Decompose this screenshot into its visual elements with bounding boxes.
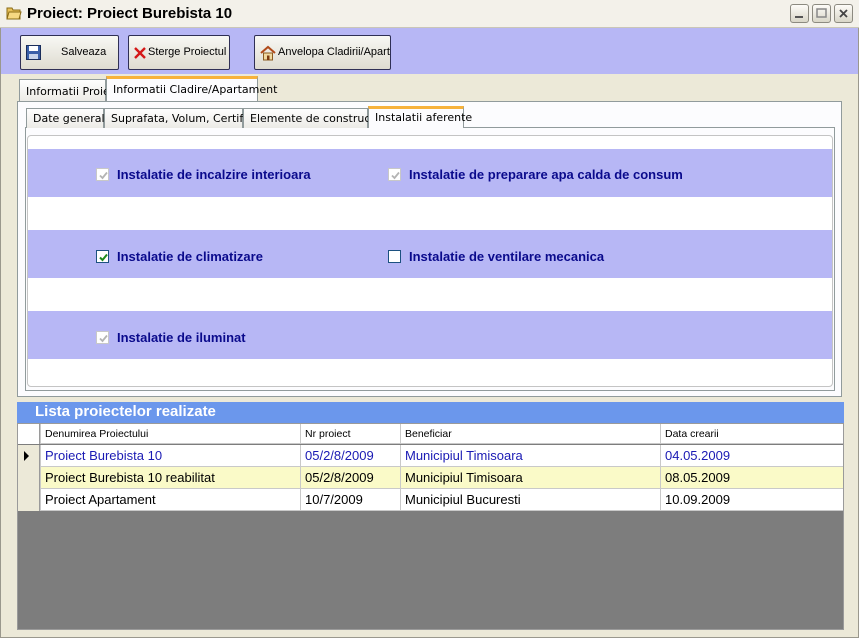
checkbox-box xyxy=(388,250,401,263)
check-icon xyxy=(99,334,108,343)
maximize-button[interactable] xyxy=(812,4,831,23)
cell-name[interactable]: Proiect Burebista 10 reabilitat xyxy=(40,467,300,489)
row-header[interactable] xyxy=(18,489,40,511)
grid-header-row: Denumirea Proiectului Nr proiect Benefic… xyxy=(18,424,843,444)
check-icon xyxy=(99,171,108,180)
cell-beneficiary[interactable]: Municipiul Timisoara xyxy=(400,445,660,467)
tab-surface-volume[interactable]: Suprafata, Volum, Certificat xyxy=(104,108,263,128)
title-bar: Proiect: Proiect Burebista 10 xyxy=(0,0,859,28)
checkbox-label: Instalatie de iluminat xyxy=(117,330,246,345)
project-list-title: Lista proiectelor realizate xyxy=(35,403,216,420)
cell-name[interactable]: Proiect Apartament xyxy=(40,489,300,511)
folder-open-icon xyxy=(6,7,22,20)
checkbox-box xyxy=(388,168,401,181)
table-row[interactable]: Proiect Burebista 10 reabilitat 05/2/8/2… xyxy=(18,467,843,489)
column-header-name[interactable]: Denumirea Proiectului xyxy=(40,424,300,444)
row-header[interactable] xyxy=(18,445,40,467)
window-title: Proiect: Proiect Burebista 10 xyxy=(27,5,233,22)
cell-nr[interactable]: 05/2/8/2009 xyxy=(300,445,400,467)
row-header[interactable] xyxy=(18,467,40,489)
table-row[interactable]: Proiect Burebista 10 05/2/8/2009 Municip… xyxy=(18,445,843,467)
cell-beneficiary[interactable]: Municipiul Timisoara xyxy=(400,467,660,489)
cell-beneficiary[interactable]: Municipiul Bucuresti xyxy=(400,489,660,511)
building-envelope-button-label: Anvelopa Cladirii/Apart xyxy=(278,46,390,58)
project-list-header: Lista proiectelor realizate xyxy=(17,402,844,423)
checkbox-label: Instalatie de incalzire interioara xyxy=(117,167,311,182)
column-header-beneficiary[interactable]: Beneficiar xyxy=(400,424,660,444)
checkbox-label: Instalatie de ventilare mecanica xyxy=(409,249,605,264)
cell-nr[interactable]: 10/7/2009 xyxy=(300,489,400,511)
column-header-date[interactable]: Data crearii xyxy=(660,424,843,444)
tab-label: Informatii Cladire/Apartament xyxy=(113,83,278,96)
toolbar: Salveaza Sterge Proiectul Anvelopa Cladi… xyxy=(1,28,858,74)
save-button[interactable]: Salveaza xyxy=(20,35,119,70)
check-icon xyxy=(99,253,108,262)
maximize-icon xyxy=(816,8,827,18)
building-envelope-button[interactable]: Anvelopa Cladirii/Apart xyxy=(254,35,391,70)
grid-corner xyxy=(18,424,40,444)
tab-label: Date generale xyxy=(33,112,112,125)
tab-label: Elemente de constructie xyxy=(250,112,385,125)
save-button-label: Salveaza xyxy=(61,46,107,58)
cell-name[interactable]: Proiect Burebista 10 xyxy=(40,445,300,467)
delete-project-button[interactable]: Sterge Proiectul xyxy=(128,35,230,70)
minimize-icon xyxy=(795,16,803,18)
cell-nr[interactable]: 05/2/8/2009 xyxy=(300,467,400,489)
tab-label: Suprafata, Volum, Certificat xyxy=(111,112,264,125)
tab-building-info[interactable]: Informatii Cladire/Apartament xyxy=(106,76,277,101)
minimize-button[interactable] xyxy=(790,4,809,23)
delete-project-button-label: Sterge Proiectul xyxy=(148,46,227,58)
tab-general-data[interactable]: Date generale xyxy=(26,108,111,128)
checkbox-box xyxy=(96,168,109,181)
floppy-disk-icon xyxy=(26,45,41,60)
red-x-icon xyxy=(134,47,146,59)
tab-installations[interactable]: Instalatii aferente xyxy=(368,106,472,128)
checkbox-box xyxy=(96,250,109,263)
tab-label: Instalatii aferente xyxy=(375,111,473,124)
checkbox-box xyxy=(96,331,109,344)
project-grid[interactable]: Denumirea Proiectului Nr proiect Benefic… xyxy=(17,423,844,630)
checkbox-label: Instalatie de preparare apa calda de con… xyxy=(409,167,683,182)
checkbox-label: Instalatie de climatizare xyxy=(117,249,263,264)
tab-project-info[interactable]: Informatii Proiect xyxy=(19,79,120,101)
close-icon xyxy=(839,9,848,18)
check-icon xyxy=(391,171,400,180)
cell-date[interactable]: 10.09.2009 xyxy=(660,489,843,511)
tab-construction-elements[interactable]: Elemente de constructie xyxy=(243,108,385,128)
column-header-nr[interactable]: Nr proiect xyxy=(300,424,400,444)
cell-date[interactable]: 08.05.2009 xyxy=(660,467,843,489)
close-button[interactable] xyxy=(834,4,853,23)
row-pointer-icon xyxy=(24,451,29,461)
cell-date[interactable]: 04.05.2009 xyxy=(660,445,843,467)
table-row[interactable]: Proiect Apartament 10/7/2009 Municipiul … xyxy=(18,489,843,511)
house-icon xyxy=(260,45,276,61)
